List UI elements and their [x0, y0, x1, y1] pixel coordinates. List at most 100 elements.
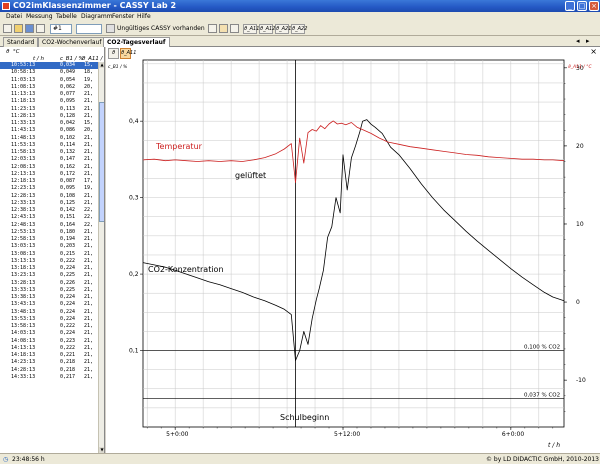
tab-co2-wochenverlauf[interactable]: CO2-Wochenverlauf — [38, 37, 106, 47]
table-row[interactable]: 11:08:13 0,062 20, — [0, 84, 99, 91]
table-row[interactable]: 13:43:13 0,224 21, — [0, 301, 99, 308]
table-row[interactable]: 14:33:13 0,217 21, — [0, 374, 99, 381]
cell-temperature: 21, — [84, 228, 94, 235]
chart-icon[interactable] — [230, 24, 239, 33]
cell-time: 14:08:13 — [11, 337, 36, 344]
table-row[interactable]: 10:53:13 0,034 15, — [0, 62, 99, 70]
chart-svg[interactable]: 0,10,20,30,4-1001020305+0:00 5+12:00 6+0:0… — [106, 47, 600, 453]
table-icon[interactable] — [219, 24, 228, 33]
cell-temperature: 19, — [84, 76, 94, 83]
table-row[interactable]: 14:08:13 0,223 21, — [0, 338, 99, 345]
menu-fenster[interactable]: Fenster — [112, 13, 134, 20]
table-row[interactable]: 14:13:13 0,222 21, — [0, 345, 99, 352]
cell-time: 11:33:13 — [11, 120, 36, 126]
table-row[interactable]: 13:03:13 0,203 21, — [0, 243, 99, 250]
table-row[interactable]: 14:28:13 0,218 21, — [0, 367, 99, 374]
table-row[interactable]: 12:53:13 0,180 21, — [0, 229, 99, 236]
tab-standard[interactable]: Standard — [3, 37, 39, 47]
cell-temperature: 21, — [84, 337, 94, 344]
table-row[interactable]: 12:13:13 0,172 21, — [0, 171, 99, 178]
table-row[interactable]: 12:58:13 0,194 21, — [0, 236, 99, 243]
table-row[interactable]: 13:58:13 0,222 21, — [0, 323, 99, 330]
table-row[interactable]: 11:13:13 0,077 21, — [0, 91, 99, 98]
close-button[interactable]: × — [589, 1, 599, 11]
tab-prev-icon[interactable]: ◂ — [576, 37, 580, 45]
scroll-thumb[interactable] — [99, 102, 104, 222]
table-row[interactable]: 13:18:13 0,224 21, — [0, 265, 99, 272]
cell-temperature: 21, — [84, 243, 94, 250]
table-row[interactable]: 12:33:13 0,125 21, — [0, 200, 99, 207]
cell-time: 12:28:13 — [11, 192, 36, 199]
minimize-button[interactable]: _ — [565, 1, 575, 11]
table-row[interactable]: 13:38:13 0,224 21, — [0, 294, 99, 301]
table-row[interactable]: 10:58:13 0,049 18, — [0, 69, 99, 76]
tab-next-icon[interactable]: ▸ — [586, 37, 590, 45]
cell-co2: 0,225 — [60, 272, 76, 279]
table-row[interactable]: 11:18:13 0,095 21, — [0, 98, 99, 105]
table-row[interactable]: 11:53:13 0,114 21, — [0, 142, 99, 149]
cell-co2: 0,147 — [60, 156, 76, 163]
cell-co2: 0,087 — [60, 178, 76, 184]
tab-co2-tagesverlauf[interactable]: CO2-Tagesverlauf — [103, 37, 170, 47]
table-row[interactable]: 12:48:13 0,164 22, — [0, 222, 99, 229]
menu-tabelle[interactable]: Tabelle — [56, 13, 77, 20]
table-row[interactable]: 12:08:13 0,162 21, — [0, 164, 99, 171]
cell-co2: 0,062 — [60, 83, 76, 90]
cassy-select[interactable] — [76, 24, 102, 34]
table-row[interactable]: 12:38:13 0,142 22, — [0, 207, 99, 214]
print-icon[interactable] — [36, 24, 45, 33]
cell-time: 12:43:13 — [11, 214, 36, 221]
window-title: CO2imKlassenzimmer - CASSY Lab 2 — [13, 1, 177, 10]
status-copyright: © by LD DIDACTIC GmbH, 2010-2013 — [486, 456, 600, 463]
cell-time: 12:48:13 — [11, 221, 36, 228]
table-row[interactable]: 11:23:13 0,113 21, — [0, 106, 99, 113]
open-folder-icon[interactable] — [14, 24, 23, 33]
maximize-button[interactable]: □ — [577, 1, 587, 11]
table-row[interactable]: 13:28:13 0,226 21, — [0, 280, 99, 287]
cell-co2: 0,054 — [60, 76, 76, 83]
table-row[interactable]: 14:23:13 0,218 21, — [0, 359, 99, 366]
table-row[interactable]: 11:33:13 0,042 15, — [0, 120, 99, 127]
cell-time: 11:58:13 — [11, 149, 36, 155]
measurement-select[interactable]: #1 — [50, 24, 72, 34]
table-row[interactable]: 12:03:13 0,147 21, — [0, 156, 99, 163]
cell-temperature: 21, — [84, 98, 94, 105]
table-row[interactable]: 11:28:13 0,128 21, — [0, 113, 99, 120]
table-row[interactable]: 13:23:13 0,225 21, — [0, 272, 99, 279]
menu-diagramm[interactable]: Diagramm — [81, 13, 113, 20]
table-row[interactable]: 13:13:13 0,222 21, — [0, 258, 99, 265]
reference-line-label: 0,100 % CO2 — [524, 345, 560, 351]
table-row[interactable]: 14:18:13 0,221 21, — [0, 352, 99, 359]
menu-messung[interactable]: Messung — [26, 13, 53, 20]
cell-temperature: 21, — [84, 272, 94, 279]
table-row[interactable]: 13:48:13 0,224 21, — [0, 309, 99, 316]
cell-temperature: 21, — [84, 112, 94, 119]
menu-hilfe[interactable]: Hilfe — [137, 13, 151, 20]
channel-button-a21[interactable]: ϑ_A21 — [275, 24, 291, 34]
table-scrollbar[interactable]: ▲ ▼ — [98, 62, 104, 453]
cell-time: 13:28:13 — [11, 279, 36, 286]
table-row[interactable]: 12:18:13 0,087 17, — [0, 178, 99, 185]
cell-time: 14:13:13 — [11, 344, 36, 351]
channel-button-a22[interactable]: ϑ_A22 — [291, 24, 307, 34]
table-row[interactable]: 12:23:13 0,095 19, — [0, 185, 99, 192]
table-row[interactable]: 11:43:13 0,086 20, — [0, 127, 99, 134]
table-row[interactable]: 14:03:13 0,224 21, — [0, 330, 99, 337]
table-row[interactable]: 12:28:13 0,108 21, — [0, 193, 99, 200]
scroll-up-icon[interactable]: ▲ — [99, 62, 104, 68]
table-row[interactable]: 11:48:13 0,102 21, — [0, 135, 99, 142]
stopwatch-icon[interactable] — [208, 24, 217, 33]
table-row[interactable]: 13:53:13 0,224 21, — [0, 316, 99, 323]
table-row[interactable]: 12:43:13 0,151 22, — [0, 214, 99, 221]
save-icon[interactable] — [25, 24, 34, 33]
channel-button-a12[interactable]: ϑ_A12 — [259, 24, 275, 34]
table-row[interactable]: 13:08:13 0,215 21, — [0, 251, 99, 258]
table-row[interactable]: 11:03:13 0,054 19, — [0, 77, 99, 84]
table-row[interactable]: 13:33:13 0,225 21, — [0, 287, 99, 294]
table-row[interactable]: 11:58:13 0,132 21, — [0, 149, 99, 156]
menu-datei[interactable]: Datei — [6, 13, 22, 20]
status-time: 23:48:56 h — [12, 456, 45, 463]
new-file-icon[interactable] — [3, 24, 12, 33]
channel-button-a11[interactable]: ϑ_A11 — [243, 24, 259, 34]
cell-co2: 0,142 — [60, 207, 76, 213]
